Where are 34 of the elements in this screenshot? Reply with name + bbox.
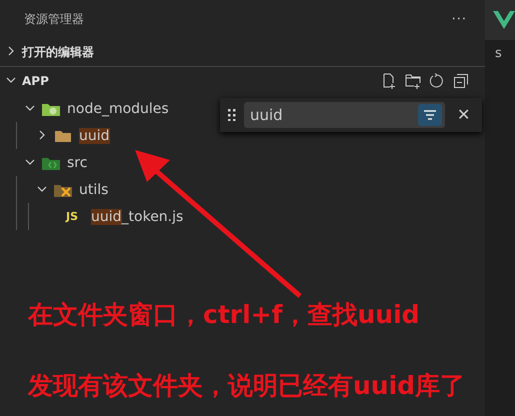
- tab-label: s: [494, 46, 503, 61]
- file-name[interactable]: utils: [79, 182, 108, 198]
- section-header[interactable]: 打开的编辑器: [22, 44, 485, 60]
- annotation-text: 在文件夹窗口，ctrl+f，查找uuid: [28, 299, 421, 331]
- folder-icon: [54, 182, 72, 196]
- chevron-icon[interactable]: [37, 130, 47, 140]
- chevron-icon[interactable]: [25, 156, 35, 166]
- file-name[interactable]: uuid_token.js: [91, 208, 184, 224]
- more-button[interactable]: ···: [452, 12, 467, 26]
- folder-icon: [42, 102, 60, 116]
- refresh-icon[interactable]: [429, 73, 445, 89]
- vue-icon: [493, 11, 515, 29]
- folder-icon: [42, 156, 60, 170]
- chevron-icon[interactable]: [37, 184, 47, 194]
- file-name[interactable]: src: [67, 154, 88, 170]
- new-folder-icon[interactable]: [405, 73, 421, 89]
- js-icon: JS: [66, 210, 84, 223]
- file-name[interactable]: node_modules: [67, 100, 169, 116]
- search-field[interactable]: uuid: [244, 102, 445, 128]
- panel-title: 资源管理器: [24, 10, 84, 28]
- section-header[interactable]: APP: [22, 74, 375, 88]
- chevron-icon[interactable]: [6, 46, 16, 56]
- grip-icon[interactable]: [228, 109, 236, 121]
- collapse-icon[interactable]: [453, 73, 469, 89]
- file-name[interactable]: uuid: [79, 128, 110, 144]
- filter-icon: [423, 109, 437, 121]
- chevron-icon[interactable]: [6, 75, 16, 85]
- filter-button[interactable]: [418, 104, 442, 126]
- close-button[interactable]: ✕: [453, 105, 474, 125]
- annotation-text: 发现有该文件夹，说明已经有uuid库了: [28, 370, 466, 402]
- new-file-icon[interactable]: [381, 73, 397, 89]
- editor-tab[interactable]: [485, 0, 515, 40]
- folder-icon: [54, 128, 72, 142]
- chevron-icon[interactable]: [25, 102, 35, 112]
